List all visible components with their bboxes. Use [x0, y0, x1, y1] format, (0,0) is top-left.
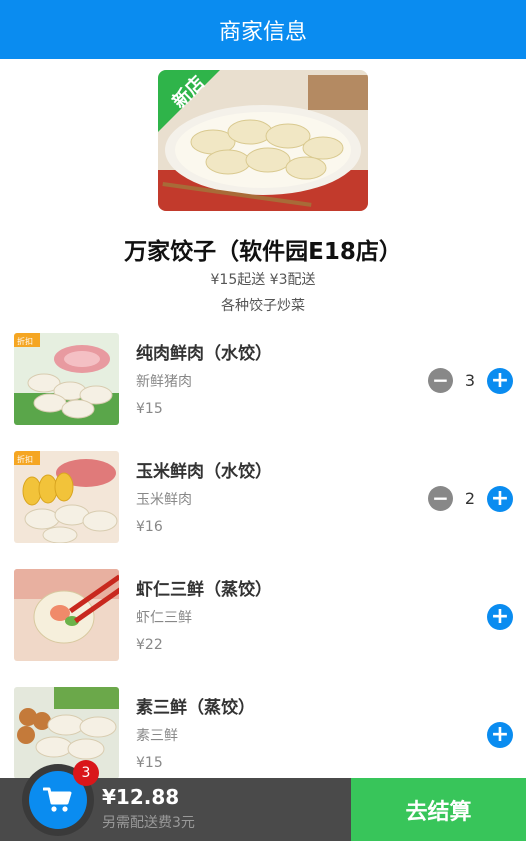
item-name: 玉米鲜肉（水饺） — [136, 462, 272, 482]
item-quantity: 2 — [464, 489, 476, 508]
increase-button[interactable]: + — [487, 486, 513, 512]
page-header: 商家信息 — [0, 0, 526, 59]
decrease-button[interactable]: − — [428, 368, 453, 393]
item-name: 素三鲜（蒸饺） — [136, 698, 255, 718]
decrease-button[interactable]: − — [428, 486, 453, 511]
discount-tag: 折扣 — [17, 454, 33, 464]
item-price: ¥22 — [136, 637, 163, 653]
shop-description: 各种饺子炒菜 — [221, 298, 305, 314]
menu-item[interactable]: 折扣 纯肉鲜肉（水饺） 新鲜猪肉 ¥15 − 3 + — [0, 333, 526, 443]
delivery-fee-note: 另需配送费3元 — [102, 815, 195, 831]
item-desc: 虾仁三鲜 — [136, 610, 192, 626]
page-title: 商家信息 — [218, 19, 307, 45]
item-desc: 玉米鲜肉 — [136, 492, 192, 508]
checkout-button[interactable]: 去结算 — [351, 778, 526, 841]
increase-button[interactable]: + — [487, 368, 513, 394]
checkout-label: 去结算 — [405, 799, 472, 825]
menu-item[interactable]: 折扣 玉米鲜肉（水饺） 玉米鲜肉 ¥16 − 2 + — [0, 451, 526, 561]
item-price: ¥16 — [136, 519, 163, 535]
item-quantity: 3 — [464, 371, 476, 390]
cart-count-badge: 3 — [73, 760, 99, 786]
item-price: ¥15 — [136, 755, 163, 771]
item-desc: 素三鲜 — [136, 728, 178, 744]
item-desc: 新鲜猪肉 — [136, 374, 192, 390]
shop-image: 新店 — [158, 70, 368, 211]
shop-delivery-info: ¥15起送 ¥3配送 — [210, 272, 316, 288]
menu-item[interactable]: 虾仁三鲜（蒸饺） 虾仁三鲜 ¥22 + — [0, 569, 526, 679]
food-image: 折扣 — [14, 451, 119, 543]
food-image — [14, 569, 119, 661]
increase-button[interactable]: + — [487, 722, 513, 748]
food-image: 折扣 — [14, 333, 119, 425]
item-name: 虾仁三鲜（蒸饺） — [136, 580, 272, 600]
increase-button[interactable]: + — [487, 604, 513, 630]
shop-name: 万家饺子（软件园E18店） — [124, 239, 402, 265]
item-price: ¥15 — [136, 401, 163, 417]
item-name: 纯肉鲜肉（水饺） — [136, 344, 272, 364]
cart-total: ¥12.88 — [102, 785, 180, 809]
discount-tag: 折扣 — [17, 336, 33, 346]
